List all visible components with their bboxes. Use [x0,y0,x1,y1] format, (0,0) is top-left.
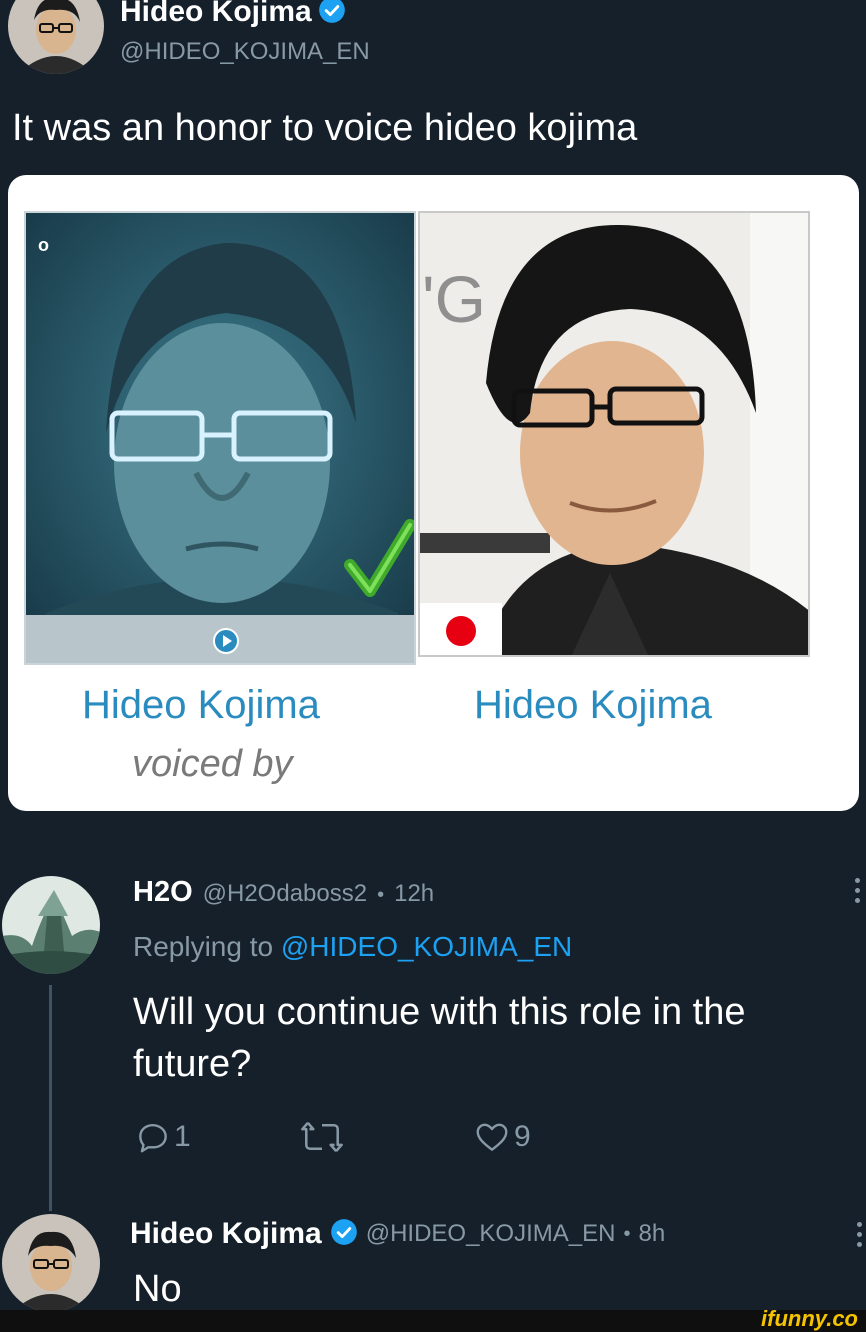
replying-to-label: Replying to [133,931,274,962]
watermark-logo: ifunny.co [761,1306,858,1331]
tweet-text: It was an honor to voice hideo kojima [12,107,638,149]
reply-timestamp[interactable]: 12h [394,880,434,908]
comment-icon [134,1118,172,1156]
verified-badge-icon [318,0,346,29]
background-sign-text: 'G [422,262,486,336]
left-caption: Hideo Kojima [82,683,320,727]
reply-author-handle[interactable]: @H2Odaboss2 [203,880,367,908]
answer-author-name[interactable]: Hideo Kojima [130,1217,322,1251]
like-count: 9 [514,1120,531,1153]
answer-more-menu-icon[interactable] [857,1222,863,1247]
reply-separator: • [377,884,385,906]
author-avatar[interactable] [8,0,104,74]
tweet-media-card[interactable]: o 'G Hideo Kojima voiced by Hideo Kojima [8,175,859,811]
panel-corner-mark: o [38,235,49,255]
like-action[interactable]: 9 [472,1118,531,1156]
reply-count: 1 [174,1120,191,1153]
reply-author-name[interactable]: H2O [133,876,193,909]
retweet-action[interactable] [300,1118,344,1156]
game-character-image: o [24,211,416,665]
answer-text: No [133,1268,182,1310]
author-name[interactable]: Hideo Kojima [120,0,312,29]
real-person-photo: 'G [418,211,810,657]
answer-separator: • [623,1222,631,1245]
play-voice-icon[interactable] [212,627,240,655]
thread-connector-line [49,985,52,1211]
answer-author-handle[interactable]: @HIDEO_KOJIMA_EN [366,1220,616,1248]
right-caption: Hideo Kojima [474,683,712,727]
reply-author-avatar[interactable] [2,876,100,974]
replying-to-handle[interactable]: @HIDEO_KOJIMA_EN [281,931,572,962]
answer-verified-badge-icon [330,1218,358,1251]
left-subcaption: voiced by [132,743,293,785]
retweet-icon [300,1118,344,1156]
answer-timestamp[interactable]: 8h [638,1220,665,1248]
reply-text: Will you continue with this role in the … [133,991,746,1085]
reply-action[interactable]: 1 [134,1118,191,1156]
heart-icon [472,1118,512,1156]
checkmark-icon [344,519,414,599]
reply-more-menu-icon[interactable] [855,878,861,903]
answer-author-avatar[interactable] [2,1214,100,1312]
watermark-bar [0,1310,866,1332]
author-handle[interactable]: @HIDEO_KOJIMA_EN [120,38,370,66]
